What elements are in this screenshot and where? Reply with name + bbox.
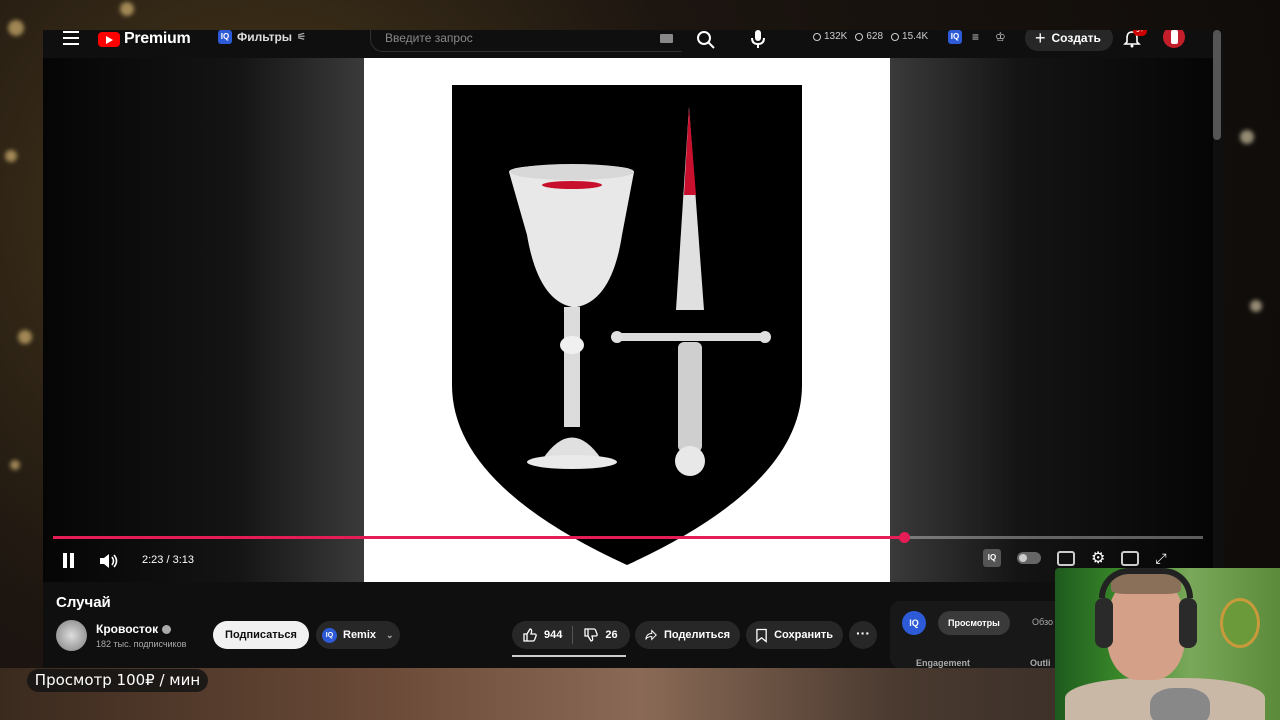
bokeh-light xyxy=(120,2,134,16)
tab-views[interactable]: Просмотры xyxy=(938,611,1010,635)
ambient-glow-right xyxy=(890,58,1213,582)
decoration-image xyxy=(1220,598,1260,648)
headphone-cup-left xyxy=(1095,598,1113,648)
remix-button[interactable]: IQ Remix ⌄ xyxy=(316,621,400,649)
masthead: Premium IQ Фильтры ⚟ Введите запрос 132K… xyxy=(43,30,1223,140)
settings-icon[interactable]: ⚙ xyxy=(1091,548,1105,568)
youtube-play-icon xyxy=(98,31,120,47)
plus-icon: + xyxy=(1035,30,1046,48)
bokeh-light xyxy=(1250,300,1262,312)
keyboard-icon[interactable] xyxy=(660,34,673,43)
page-scrollbar[interactable] xyxy=(1213,30,1221,140)
like-dislike-group: 944 26 xyxy=(512,621,630,649)
like-underline xyxy=(512,655,626,657)
iq-icon: IQ xyxy=(218,30,232,44)
logo-text: Premium xyxy=(124,30,191,47)
like-button[interactable]: 944 xyxy=(512,621,572,649)
iq-player-icon[interactable]: IQ xyxy=(983,549,1001,567)
ambient-glow-left xyxy=(43,58,364,582)
miniplayer-icon[interactable] xyxy=(1121,550,1140,566)
player-controls-right: IQ ⚙ ⤢ xyxy=(983,548,1167,568)
coat-of-arms-image xyxy=(452,85,802,565)
trophy-icon[interactable]: ♔ xyxy=(995,30,1006,44)
time-display: 2:23 / 3:13 xyxy=(142,554,194,566)
search-placeholder: Введите запрос xyxy=(385,31,473,45)
promo-overlay: Просмотр 100₽ / мин xyxy=(27,669,208,692)
fullscreen-icon[interactable]: ⤢ xyxy=(1155,550,1166,567)
webcam-overlay xyxy=(1055,568,1280,720)
bokeh-light xyxy=(5,150,17,162)
autoplay-toggle[interactable] xyxy=(1017,552,1041,564)
tab-overview[interactable]: Обзо xyxy=(1032,617,1053,627)
eye-icon xyxy=(855,32,864,41)
views-stat: 132K xyxy=(813,31,847,42)
iq-icon: IQ xyxy=(322,627,337,643)
share-icon xyxy=(645,629,657,641)
outliers-label: Outli xyxy=(1030,658,1051,668)
search-icon[interactable] xyxy=(695,30,717,50)
online-stat: 628 xyxy=(855,31,883,42)
create-label: Создать xyxy=(1051,31,1101,45)
user-avatar[interactable] xyxy=(1163,30,1185,48)
filters-label: Фильтры xyxy=(237,30,293,44)
menu-icon[interactable] xyxy=(63,31,79,45)
desktop-stage: Premium IQ Фильтры ⚟ Введите запрос 132K… xyxy=(0,0,1280,720)
subscribe-button[interactable]: Подписаться xyxy=(213,621,309,649)
channel-stats: 132K 628 15.4K xyxy=(813,31,928,42)
sliders-icon: ⚟ xyxy=(297,31,306,43)
scrubber-handle[interactable] xyxy=(899,532,910,543)
share-button[interactable]: Поделиться xyxy=(635,621,740,649)
more-options-button[interactable]: ··· xyxy=(849,621,877,649)
video-frame xyxy=(364,58,890,582)
verified-icon xyxy=(162,624,172,634)
progress-fill xyxy=(53,536,904,539)
channel-avatar[interactable] xyxy=(56,620,87,651)
channel-name[interactable]: Кровосток xyxy=(96,622,172,636)
engagement-label: Engagement xyxy=(916,658,971,668)
thumbs-up-icon xyxy=(523,628,537,642)
bokeh-light xyxy=(18,330,32,344)
watched-stat: 15.4K xyxy=(891,31,928,42)
pause-icon[interactable] xyxy=(62,553,76,569)
bokeh-light xyxy=(8,20,24,36)
iq-icon[interactable]: IQ xyxy=(902,611,926,635)
bokeh-light xyxy=(10,460,20,470)
thumbs-down-icon xyxy=(584,628,599,642)
youtube-logo[interactable]: Premium xyxy=(98,30,191,48)
eye-icon xyxy=(891,32,900,41)
iq-extension-icon[interactable]: IQ xyxy=(948,30,962,44)
video-title: Случай xyxy=(56,594,111,611)
chevron-down-icon: ⌄ xyxy=(386,629,394,640)
notification-badge: 9+ xyxy=(1133,30,1147,36)
search-input[interactable]: Введите запрос xyxy=(370,30,682,52)
bookmark-icon xyxy=(756,628,767,643)
headphones-icon xyxy=(1099,568,1193,598)
extension-icons: IQ ≡ ♔ xyxy=(948,30,1006,44)
subtitles-icon[interactable] xyxy=(1057,550,1075,566)
create-button[interactable]: + Создать xyxy=(1025,30,1113,51)
headphone-cup-right xyxy=(1179,598,1197,648)
browser-window: Premium IQ Фильтры ⚟ Введите запрос 132K… xyxy=(43,30,1223,668)
list-icon[interactable]: ≡ xyxy=(972,30,979,44)
subscriber-count: 182 тыс. подписчиков xyxy=(96,639,187,649)
microphone-image xyxy=(1150,688,1210,720)
video-player[interactable]: 2:23 / 3:13 IQ ⚙ ⤢ xyxy=(43,58,1213,582)
volume-icon[interactable] xyxy=(99,553,119,569)
bokeh-light xyxy=(1240,130,1254,144)
clock-icon xyxy=(813,32,821,41)
save-button[interactable]: Сохранить xyxy=(746,621,843,649)
microphone-icon[interactable] xyxy=(748,30,768,50)
dislike-button[interactable]: 26 xyxy=(573,621,627,649)
filters-button[interactable]: IQ Фильтры ⚟ xyxy=(218,30,306,44)
